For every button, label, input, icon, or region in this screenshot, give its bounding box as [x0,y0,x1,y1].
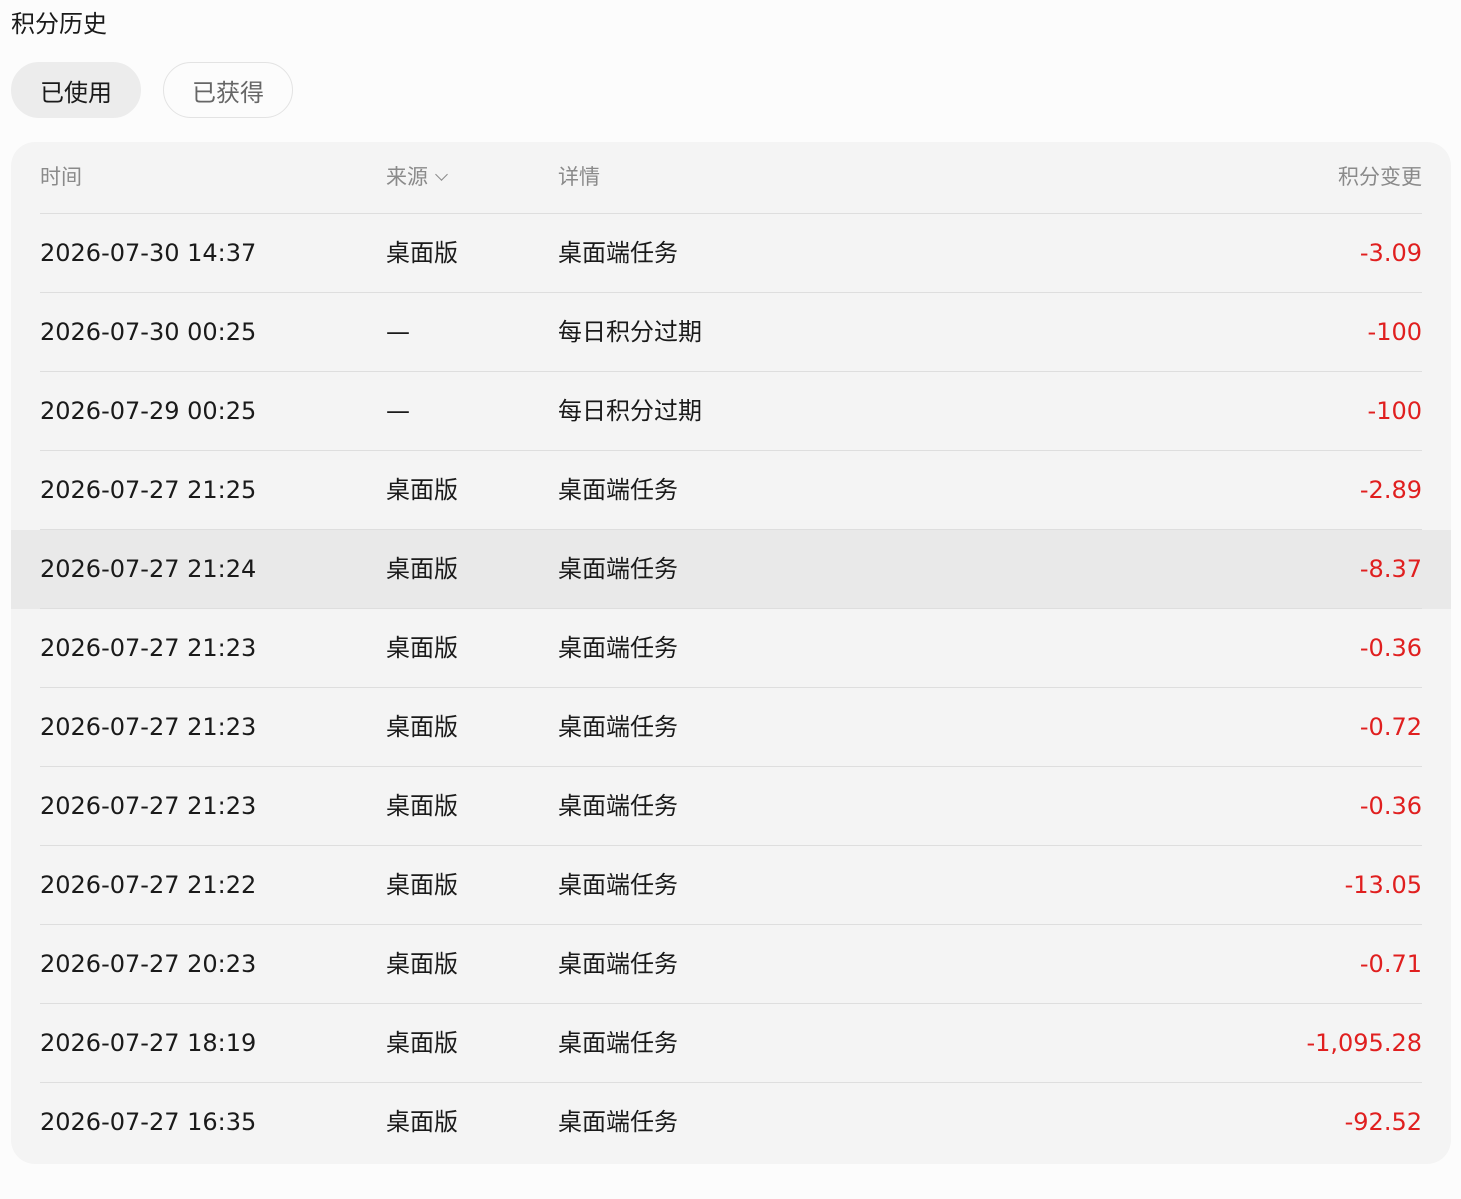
cell-time: 2026-07-27 21:23 [40,792,257,820]
header-source-label: 来源 [386,165,428,189]
cell-detail: 桌面端任务 [558,634,678,662]
table-row[interactable]: 2026-07-27 21:24 桌面版 桌面端任务 -8.37 [11,530,1451,609]
cell-detail: 桌面端任务 [558,239,678,267]
cell-change: -3.09 [1359,239,1422,267]
cell-change: -100 [1367,397,1422,425]
cell-source: 桌面版 [386,555,458,583]
cell-source: — [386,318,410,346]
cell-time: 2026-07-27 16:35 [40,1108,257,1136]
cell-detail: 桌面端任务 [558,1108,678,1136]
cell-detail: 桌面端任务 [558,476,678,504]
chevron-down-icon [435,168,448,181]
table-row-content: 2026-07-27 21:25 桌面版 桌面端任务 -2.89 [40,451,1422,530]
cell-source: 桌面版 [386,871,458,899]
page-title: 积分历史 [11,10,107,38]
cell-change: -92.52 [1344,1108,1422,1136]
cell-source: 桌面版 [386,239,458,267]
table-row-content: 2026-07-30 00:25 — 每日积分过期 -100 [40,293,1422,372]
tab-earned[interactable]: 已获得 [163,62,293,118]
cell-change: -1,095.28 [1306,1029,1422,1057]
cell-time: 2026-07-29 00:25 [40,397,257,425]
table-row-content: 2026-07-27 21:23 桌面版 桌面端任务 -0.72 [40,688,1422,767]
table-row-content: 2026-07-27 18:19 桌面版 桌面端任务 -1,095.28 [40,1004,1422,1083]
cell-time: 2026-07-30 14:37 [40,239,257,267]
cell-detail: 每日积分过期 [558,397,702,425]
table-row-content: 2026-07-27 20:23 桌面版 桌面端任务 -0.71 [40,925,1422,1004]
cell-time: 2026-07-30 00:25 [40,318,257,346]
table-row-content: 2026-07-29 00:25 — 每日积分过期 -100 [40,372,1422,451]
cell-change: -100 [1367,318,1422,346]
tab-used[interactable]: 已使用 [11,62,141,118]
table-row[interactable]: 2026-07-27 20:23 桌面版 桌面端任务 -0.71 [11,925,1451,1004]
table-row-content: 2026-07-27 21:22 桌面版 桌面端任务 -13.05 [40,846,1422,925]
cell-source: 桌面版 [386,1108,458,1136]
cell-detail: 桌面端任务 [558,792,678,820]
cell-change: -0.72 [1359,713,1422,741]
header-detail: 详情 [558,165,600,189]
table-row[interactable]: 2026-07-27 21:25 桌面版 桌面端任务 -2.89 [11,451,1451,530]
cell-source: 桌面版 [386,1029,458,1057]
cell-detail: 桌面端任务 [558,555,678,583]
cell-source: 桌面版 [386,713,458,741]
cell-detail: 桌面端任务 [558,871,678,899]
history-table: 时间 来源 详情 积分变更 2026-07-30 14:37 桌面版 桌面端任务 -3… [11,142,1451,1164]
cell-source: 桌面版 [386,634,458,662]
cell-change: -0.36 [1359,792,1422,820]
table-row[interactable]: 2026-07-27 21:22 桌面版 桌面端任务 -13.05 [11,846,1451,925]
cell-source: 桌面版 [386,792,458,820]
tab-bar: 已使用 已获得 [11,62,293,118]
cell-change: -13.05 [1344,871,1422,899]
table-row-content: 2026-07-27 21:23 桌面版 桌面端任务 -0.36 [40,767,1422,846]
cell-change: -0.71 [1359,950,1422,978]
cell-source: — [386,397,410,425]
cell-time: 2026-07-27 21:24 [40,555,257,583]
header-time: 时间 [40,165,82,189]
cell-detail: 桌面端任务 [558,713,678,741]
cell-source: 桌面版 [386,476,458,504]
table-row[interactable]: 2026-07-27 18:19 桌面版 桌面端任务 -1,095.28 [11,1004,1451,1083]
table-row-content: 2026-07-27 21:24 桌面版 桌面端任务 -8.37 [40,530,1422,609]
cell-time: 2026-07-27 20:23 [40,950,257,978]
cell-detail: 桌面端任务 [558,950,678,978]
table-row[interactable]: 2026-07-29 00:25 — 每日积分过期 -100 [11,372,1451,451]
table-row-content: 2026-07-27 21:23 桌面版 桌面端任务 -0.36 [40,609,1422,688]
table-row-content: 2026-07-30 14:37 桌面版 桌面端任务 -3.09 [40,214,1422,293]
cell-source: 桌面版 [386,950,458,978]
table-row[interactable]: 2026-07-27 21:23 桌面版 桌面端任务 -0.36 [11,767,1451,846]
cell-change: -0.36 [1359,634,1422,662]
table-row[interactable]: 2026-07-30 00:25 — 每日积分过期 -100 [11,293,1451,372]
cell-time: 2026-07-27 21:25 [40,476,257,504]
table-row[interactable]: 2026-07-27 16:35 桌面版 桌面端任务 -92.52 [11,1083,1451,1162]
cell-time: 2026-07-27 21:23 [40,713,257,741]
table-row-content: 2026-07-27 16:35 桌面版 桌面端任务 -92.52 [40,1083,1422,1162]
cell-change: -8.37 [1359,555,1422,583]
header-source-filter[interactable]: 来源 [386,142,448,213]
table-header: 时间 来源 详情 积分变更 [40,142,1422,214]
header-change: 积分变更 [1338,165,1422,189]
cell-detail: 桌面端任务 [558,1029,678,1057]
table-row[interactable]: 2026-07-27 21:23 桌面版 桌面端任务 -0.36 [11,609,1451,688]
table-row[interactable]: 2026-07-27 21:23 桌面版 桌面端任务 -0.72 [11,688,1451,767]
cell-time: 2026-07-27 18:19 [40,1029,257,1057]
cell-time: 2026-07-27 21:22 [40,871,257,899]
cell-time: 2026-07-27 21:23 [40,634,257,662]
table-row[interactable]: 2026-07-30 14:37 桌面版 桌面端任务 -3.09 [11,214,1451,293]
cell-change: -2.89 [1359,476,1422,504]
cell-detail: 每日积分过期 [558,318,702,346]
